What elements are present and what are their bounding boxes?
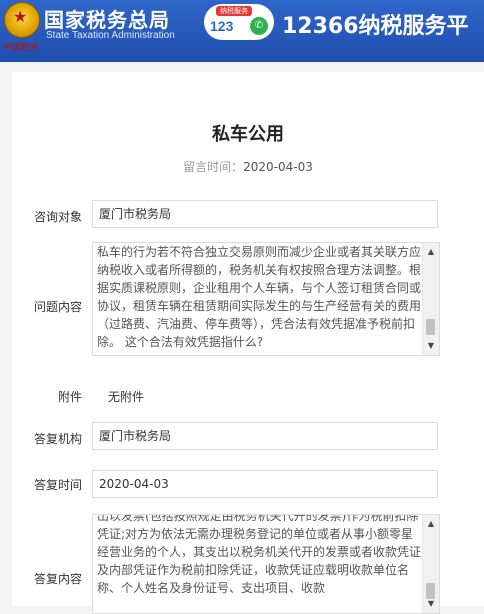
reply-content-label: 答复内容 xyxy=(33,572,82,586)
site-header: ★ 国家税务总局 State Taxation Administration 中… xyxy=(0,0,484,62)
scroll-up-icon[interactable]: ▲ xyxy=(423,245,439,259)
scroll-down-icon[interactable]: ▼ xyxy=(423,339,439,353)
reply-time-field[interactable]: 2020-04-03 xyxy=(92,470,438,498)
reply-time-label: 答复时间 xyxy=(33,478,82,492)
target-label: 咨询对象 xyxy=(33,210,82,224)
reply-org-field[interactable]: 厦门市税务局 xyxy=(92,422,438,450)
page-title: 私车公用 xyxy=(212,124,284,145)
message-time-label: 留言时间： xyxy=(183,160,244,174)
question-text: 私车的行为若不符合独立交易原则而减少企业或者其关联方应纳税收入或者所得额的，税务… xyxy=(97,245,422,349)
reply-org-label: 答复机构 xyxy=(33,432,82,446)
question-label: 问题内容 xyxy=(33,300,82,314)
scroll-up-icon[interactable]: ▲ xyxy=(423,517,439,531)
service-badge: 纳税服务 123 ✆ xyxy=(204,4,274,40)
badge-number: 123 xyxy=(210,18,234,34)
national-emblem-icon: ★ xyxy=(4,2,40,38)
phone-icon: ✆ xyxy=(250,17,268,35)
logo-en-text: State Taxation Administration xyxy=(46,30,175,41)
target-field[interactable]: 厦门市税务局 xyxy=(92,200,438,228)
message-time-value: 2020-04-03 xyxy=(243,160,313,174)
message-time: 留言时间：2020-04-03 xyxy=(12,158,484,175)
logo-sub-text: 中国税务 xyxy=(2,43,39,53)
badge-tag: 纳税服务 xyxy=(216,6,252,16)
scrollbar-thumb[interactable] xyxy=(426,319,435,335)
attachment-label: 附件 xyxy=(57,390,82,404)
service-platform-title[interactable]: 12366纳税服务平 xyxy=(282,8,469,40)
reply-textarea[interactable]: 出以发票(包括按照规定由税务机关代开的发票)作为税前扣除凭证;对方为依法无需办理… xyxy=(92,514,440,614)
attachment-value: 无附件 xyxy=(108,390,145,404)
scroll-down-icon[interactable]: ▼ xyxy=(423,597,439,611)
reply-scrollbar[interactable]: ▲ ▼ xyxy=(422,515,439,613)
reply-text: 出以发票(包括按照规定由税务机关代开的发票)作为税前扣除凭证;对方为依法无需办理… xyxy=(97,514,422,595)
question-textarea[interactable]: 私车的行为若不符合独立交易原则而减少企业或者其关联方应纳税收入或者所得额的，税务… xyxy=(92,242,440,356)
question-scrollbar[interactable]: ▲ ▼ xyxy=(422,243,439,355)
logo-cn-text[interactable]: 国家税务总局 xyxy=(44,4,170,33)
message-card: 私车公用 留言时间：2020-04-03 咨询对象 厦门市税务局 问题内容 私车… xyxy=(12,72,484,614)
